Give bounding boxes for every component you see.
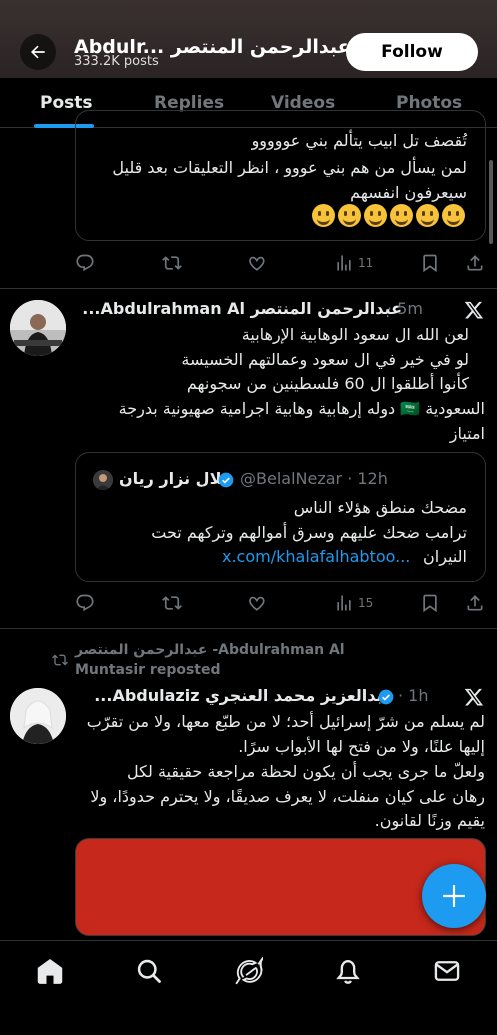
plus-icon [443, 885, 465, 907]
bar-chart-icon [337, 595, 351, 611]
verified-badge-icon [378, 689, 394, 705]
post-text-line: لم يسلم من شرّ إسرائيل أحد؛ لا من طبّع م… [86, 712, 485, 731]
post-text-line: لو في خير في ال سعود وعمالتهم الخسيسة [181, 350, 469, 369]
back-button[interactable] [20, 34, 56, 70]
views-count: 15 [358, 596, 374, 610]
smiley-emoji-icon [416, 204, 439, 227]
quoted-handle: @BelalNezar · 12h [240, 469, 388, 488]
quoted-author-avatar [93, 470, 113, 490]
profile-header: Abdulr... عبدالرحمن المنتصر 333.2K posts… [0, 0, 497, 78]
post-text-line: لعن الله ال سعود الوهابية الإرهابية [241, 325, 469, 344]
post-author[interactable]: عبدالرحمن المنتصر Abdulrahman Al... [82, 299, 402, 318]
post-text-line: السعودية 🇸🇦 دوله إرهابية وهابية اجرامية … [118, 399, 485, 418]
author-name: عبدالعزيز محمد العنجري Abdulaziz... [94, 686, 394, 705]
share-button[interactable] [465, 252, 485, 274]
follow-button[interactable]: Follow [346, 33, 478, 71]
post-text-line: رهان على كيان منفلت، لا يعرف صديقًا، ولا… [90, 787, 485, 806]
repost-icon [162, 256, 182, 270]
bottom-navigation [0, 940, 497, 1035]
mail-icon[interactable] [433, 957, 461, 985]
repost-icon [52, 654, 68, 666]
emoji-row [312, 204, 465, 227]
quoted-text-line: ترامب ضحك عليهم وسرق أموالهم وتركهم تحت [151, 523, 467, 542]
quoted-text-line: النيران [423, 547, 467, 566]
heart-icon [249, 256, 265, 271]
repost-icon [162, 596, 182, 610]
smiley-emoji-icon [338, 204, 361, 227]
share-icon [467, 595, 483, 611]
post-text-line: سيعرفون انفسهم [350, 183, 467, 202]
like-button[interactable] [247, 252, 267, 274]
reply-icon [76, 594, 94, 612]
avatar-photo [10, 300, 66, 356]
post-divider [0, 628, 497, 629]
smiley-emoji-icon [442, 204, 465, 227]
heart-icon [249, 596, 265, 611]
views-button[interactable]: 11 [334, 252, 373, 274]
post-text-line: ولعلّ ما جرى يجب أن يكون لحظة مراجعة حقي… [127, 762, 485, 781]
repost-button[interactable] [162, 592, 182, 614]
quoted-link[interactable]: x.com/khalafalhabtoo... [222, 547, 410, 566]
post-text-line: تُقصف تل ابيب يتألم بني عووووو [251, 131, 467, 150]
author-name: عبدالرحمن المنتصر Abdulrahman Al... [82, 299, 402, 318]
bell-icon[interactable] [334, 957, 362, 985]
repost-label: Muntasir reposted [75, 662, 221, 678]
like-button[interactable] [247, 592, 267, 614]
views-count: 11 [358, 256, 374, 270]
reply-button[interactable] [75, 592, 95, 614]
share-button[interactable] [465, 592, 485, 614]
x-logo-icon [464, 688, 484, 706]
compose-button[interactable] [422, 864, 486, 928]
x-logo-icon [464, 301, 484, 319]
avatar[interactable] [10, 688, 66, 744]
repost-label[interactable]: عبدالرحمن المنتصر -Abdulrahman Al [75, 642, 345, 658]
bookmark-button[interactable] [420, 252, 440, 274]
avatar[interactable] [10, 300, 66, 356]
home-icon[interactable] [36, 957, 64, 985]
post-text-line: كأنوا أطلقوا ال 60 فلسطينين من سجونهم [186, 374, 469, 393]
bookmark-icon [423, 254, 437, 273]
bookmark-icon [423, 594, 437, 613]
smiley-emoji-icon [312, 204, 335, 227]
arrow-left-icon [31, 45, 45, 59]
bookmark-button[interactable] [420, 592, 440, 614]
grok-icon[interactable] [235, 957, 263, 985]
post-author[interactable]: عبدالعزيز محمد العنجري Abdulaziz... [94, 686, 394, 705]
post-text-line: لمن يسأل من هم بني عووو ، انظر التعليقات… [112, 158, 467, 177]
quoted-author: بلال نزار ريان [119, 469, 228, 488]
posts-count: 333.2K posts [74, 54, 159, 69]
post-time: · 5m [387, 299, 423, 318]
post-time: · 1h [398, 686, 429, 705]
post-actions: 15 [0, 592, 497, 616]
post-divider [0, 288, 497, 289]
post-text-line: إليها علنًا، ولا من فتح لها الأبواب سرًا… [238, 737, 485, 756]
scrollbar[interactable] [489, 160, 493, 244]
search-icon[interactable] [135, 957, 163, 985]
smiley-emoji-icon [364, 204, 387, 227]
bar-chart-icon [337, 255, 351, 271]
repost-button[interactable] [162, 252, 182, 274]
quoted-text-line: مضحك منطق هؤلاء الناس [293, 498, 467, 517]
smiley-emoji-icon [390, 204, 413, 227]
avatar-photo [93, 470, 113, 490]
verified-badge-icon [218, 472, 234, 488]
avatar-photo [10, 688, 66, 744]
reply-button[interactable] [75, 252, 95, 274]
share-icon [467, 255, 483, 271]
post-text-line: امتياز [449, 424, 485, 443]
post-text-line: يقيم وزنًا لقانون. [374, 811, 485, 830]
post-actions: 11 [0, 252, 497, 276]
views-button[interactable]: 15 [334, 592, 373, 614]
reply-icon [76, 254, 94, 272]
